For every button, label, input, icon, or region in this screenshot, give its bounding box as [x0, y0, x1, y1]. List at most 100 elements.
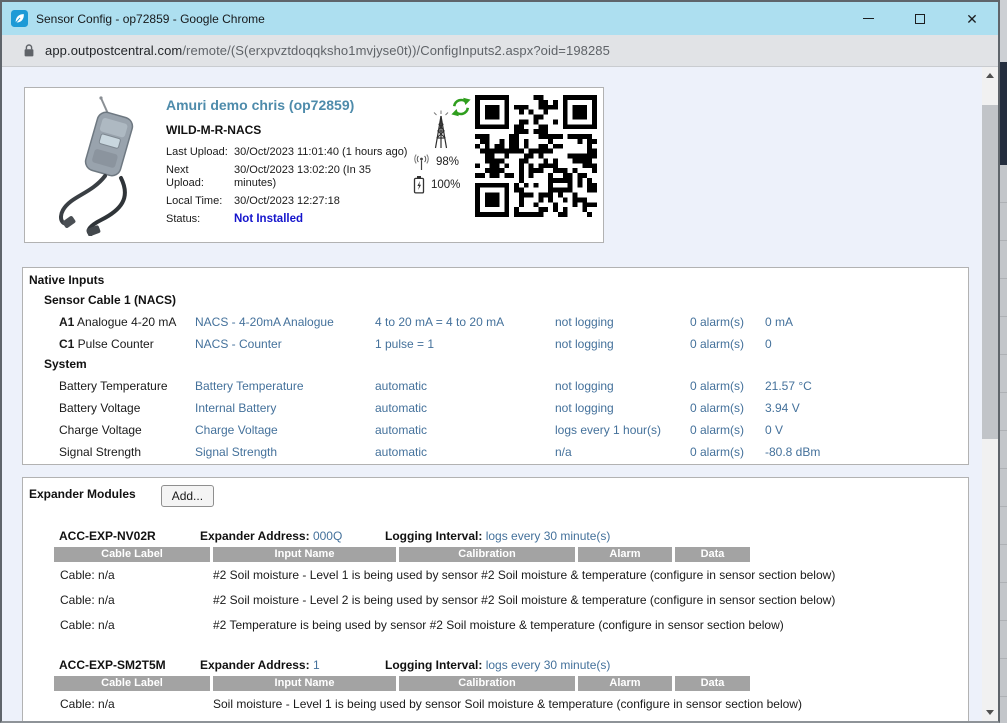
alarms-link[interactable]: 0 alarm(s) [690, 445, 765, 459]
calibration-link[interactable]: automatic [375, 379, 555, 393]
next-upload-value: 30/Oct/2023 13:02:20 (In 35 minutes) [234, 164, 414, 190]
signal-strength-row: 98% [413, 152, 469, 172]
input-name-link[interactable]: Internal Battery [195, 401, 375, 415]
last-upload-value: 30/Oct/2023 11:01:40 (1 hours ago) [234, 146, 414, 159]
column-header: Input Name [213, 547, 396, 562]
lock-icon [23, 43, 35, 58]
minimize-button[interactable] [842, 2, 894, 35]
background-sliver-bottom [1000, 165, 1007, 723]
browser-window: Sensor Config - op72859 - Google Chrome … [0, 0, 1000, 723]
module-interval-link[interactable]: logs every 30 minute(s) [486, 658, 611, 672]
module-table-row: Cable: n/a #2 Temperature is being used … [54, 612, 968, 637]
data-value-link[interactable]: 3.94 V [765, 401, 968, 415]
calibration-link[interactable]: automatic [375, 445, 555, 459]
minimize-icon [863, 18, 874, 19]
local-time-label: Local Time: [166, 195, 234, 208]
module-table-row: Cable: n/a Soil moisture - Level 2 is be… [54, 716, 968, 721]
module-address-link[interactable]: 1 [313, 658, 320, 672]
column-header: Input Name [213, 676, 396, 691]
input-name-link[interactable]: NACS - 4-20mA Analogue [195, 315, 375, 329]
background-sliver-top [1000, 0, 1007, 62]
group-name: System [29, 355, 968, 375]
module-address-link[interactable]: 000Q [313, 529, 342, 543]
close-button[interactable]: ✕ [946, 2, 998, 35]
alarms-link[interactable]: 0 alarm(s) [690, 401, 765, 415]
alarms-link[interactable]: 0 alarm(s) [690, 379, 765, 393]
local-time-value: 30/Oct/2023 12:27:18 [234, 195, 414, 208]
input-name-link[interactable]: Signal Strength [195, 445, 375, 459]
status-badge[interactable]: Not Installed [234, 213, 414, 226]
cable-label: Cable: n/a [54, 697, 213, 711]
data-value-link[interactable]: 0 V [765, 423, 968, 437]
calibration-link[interactable]: 4 to 20 mA = 4 to 20 mA [375, 315, 555, 329]
expander-modules-list: ACC-EXP-NV02R Expander Address: 000Q Log… [29, 528, 968, 721]
native-inputs-panel: Native Inputs Sensor Cable 1 (NACS) A1 A… [22, 267, 969, 465]
calibration-link[interactable]: automatic [375, 423, 555, 437]
native-groups: Sensor Cable 1 (NACS) A1 Analogue 4-20 m… [29, 291, 968, 463]
input-description: Soil moisture - Level 1 is being used by… [213, 697, 968, 711]
module-address: Expander Address: 000Q [200, 529, 385, 543]
column-header: Cable Label [54, 547, 210, 562]
column-header: Data [675, 676, 750, 691]
last-upload-label: Last Upload: [166, 146, 234, 159]
battery-icon [413, 176, 425, 194]
cable-label: Cable: n/a [54, 593, 213, 607]
address-bar[interactable]: app.outpostcentral.com/remote/(S(erxpvzt… [2, 35, 998, 67]
input-name-link[interactable]: Charge Voltage [195, 423, 375, 437]
window-title: Sensor Config - op72859 - Google Chrome [36, 12, 265, 26]
module-table-row: Cable: n/a #2 Soil moisture - Level 2 is… [54, 587, 968, 612]
qr-code [475, 95, 597, 220]
logging-link[interactable]: n/a [555, 445, 690, 459]
column-header: Data [675, 547, 750, 562]
alarms-link[interactable]: 0 alarm(s) [690, 315, 765, 329]
logging-link[interactable]: not logging [555, 379, 690, 393]
input-label: Signal Strength [59, 445, 195, 459]
data-value-link[interactable]: 0 mA [765, 315, 968, 329]
leaf-favicon-icon [11, 10, 28, 27]
alarms-link[interactable]: 0 alarm(s) [690, 337, 765, 351]
next-upload-label: Next Upload: [166, 164, 211, 190]
add-expander-button[interactable]: Add... [161, 485, 214, 507]
native-input-group: System Battery Temperature Battery Tempe… [29, 355, 968, 463]
alarms-link[interactable]: 0 alarm(s) [690, 423, 765, 437]
module-name: ACC-EXP-SM2T5M [59, 658, 200, 672]
data-value-link[interactable]: 0 [765, 337, 968, 351]
column-header: Cable Label [54, 676, 210, 691]
down-arrow-icon [986, 710, 994, 715]
vertical-scrollbar[interactable] [982, 67, 998, 721]
calibration-link[interactable]: automatic [375, 401, 555, 415]
logging-link[interactable]: logs every 1 hour(s) [555, 423, 690, 437]
group-name: Sensor Cable 1 (NACS) [29, 291, 968, 311]
signal-icon [413, 154, 430, 171]
native-input-row: Signal Strength Signal Strength automati… [59, 441, 968, 463]
next-upload-row: Next Upload: 30/Oct/2023 13:02:20 (In 35… [166, 164, 414, 190]
column-header: Alarm [578, 676, 672, 691]
logging-link[interactable]: not logging [555, 337, 690, 351]
input-label: A1 Analogue 4-20 mA [59, 315, 195, 329]
page-content: Amuri demo chris (op72859) WILD-M-R-NACS… [2, 67, 998, 721]
signal-percent: 98% [436, 156, 459, 168]
scrollbar-thumb[interactable] [982, 105, 998, 439]
calibration-link[interactable]: 1 pulse = 1 [375, 337, 555, 351]
column-header: Calibration [399, 676, 575, 691]
logging-link[interactable]: not logging [555, 315, 690, 329]
url-path: /remote/(S(erxpvztdoqqksho1mvjyse0t))/Co… [182, 43, 610, 58]
cable-label: Cable: n/a [54, 568, 213, 582]
input-description: #2 Soil moisture - Level 2 is being used… [213, 593, 968, 607]
data-value-link[interactable]: 21.57 °C [765, 379, 968, 393]
module-interval-link[interactable]: logs every 30 minute(s) [486, 529, 611, 543]
window-titlebar: Sensor Config - op72859 - Google Chrome … [2, 2, 998, 35]
refresh-button[interactable] [451, 97, 471, 120]
device-name: Amuri demo chris (op72859) [166, 97, 414, 113]
logging-link[interactable]: not logging [555, 401, 690, 415]
scroll-up-arrow[interactable] [982, 67, 998, 84]
maximize-button[interactable] [894, 2, 946, 35]
expander-modules-panel: Expander Modules Add... ACC-EXP-NV02R Ex… [22, 477, 969, 721]
native-input-row: Battery Temperature Battery Temperature … [59, 375, 968, 397]
input-name-link[interactable]: NACS - Counter [195, 337, 375, 351]
module-table-header: Cable LabelInput NameCalibrationAlarmDat… [54, 676, 750, 691]
scroll-down-arrow[interactable] [982, 704, 998, 721]
input-label: Battery Temperature [59, 379, 195, 393]
data-value-link[interactable]: -80.8 dBm [765, 445, 968, 459]
input-name-link[interactable]: Battery Temperature [195, 379, 375, 393]
